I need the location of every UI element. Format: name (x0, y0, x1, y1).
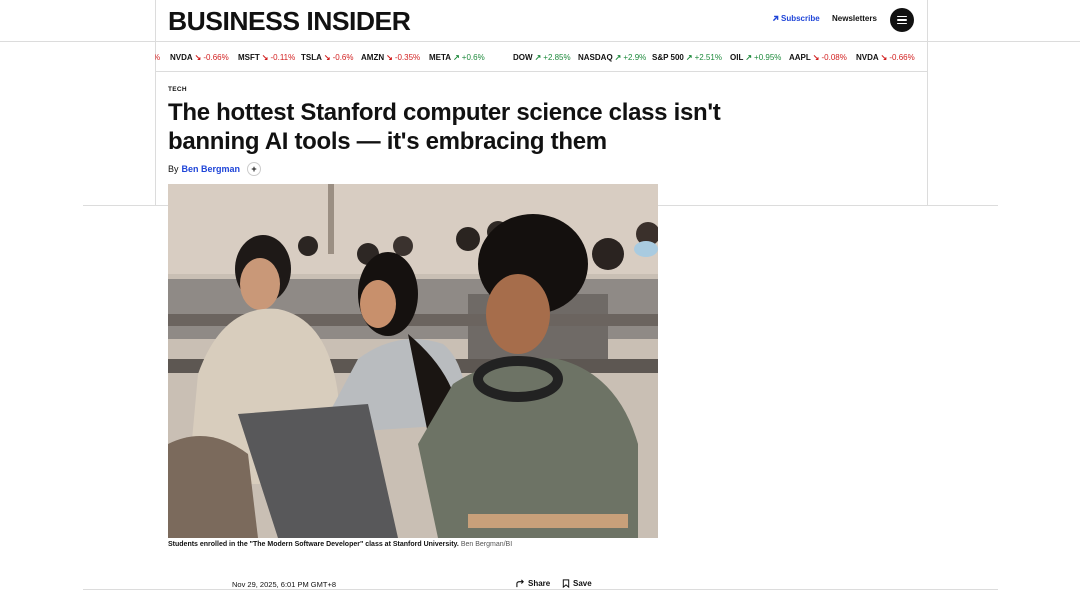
ticker-change: +0.95% (754, 53, 782, 62)
photo-caption: Students enrolled in the "The Modern Sof… (168, 538, 609, 552)
ticker-item[interactable]: NASDAQ ↗ +2.9% (578, 49, 646, 67)
save-label: Save (573, 579, 592, 588)
caption-credit: Ben Bergman/BI (460, 541, 513, 548)
arrow-up-icon: ↗ (745, 53, 753, 62)
article-category[interactable]: TECH (168, 86, 187, 93)
site-logo[interactable]: BUSINESS INSIDER (168, 6, 411, 36)
ticker-symbol: MSFT (238, 53, 260, 62)
ticker-item[interactable]: DOW ↗ +2.85% (513, 49, 571, 67)
caption-text: Students enrolled in the "The Modern Sof… (168, 541, 459, 548)
bottom-divider (83, 589, 998, 590)
follow-author-button[interactable]: + (247, 162, 262, 176)
ticker-item[interactable]: AAPL ↘ -0.08% (789, 49, 847, 67)
arrow-down-icon: ↘ (261, 53, 269, 62)
menu-button[interactable] (890, 8, 914, 32)
hamburger-icon-bar (897, 22, 907, 25)
ticker-symbol: NVDA (170, 53, 193, 62)
ticker-change: -0.66% (889, 53, 915, 62)
ticker-symbol: AMZN (361, 53, 385, 62)
ticker-change: +0.6% (461, 53, 485, 62)
ticker-item[interactable]: MSFT ↘ -0.11% (238, 49, 295, 67)
bookmark-icon (562, 579, 570, 588)
ticker-item[interactable]: NVDA ↘ -0.66% (170, 49, 229, 67)
ticker-item[interactable]: TSLA ↘ -0.6% (301, 49, 354, 67)
ticker-change: -0.08% (821, 53, 847, 62)
ticker-symbol: DOW (513, 53, 533, 62)
plus-icon: + (251, 163, 257, 174)
ticker-symbol: NASDAQ (578, 53, 613, 62)
subscribe-label: Subscribe (781, 14, 820, 23)
subscribe-link[interactable]: Subscribe (772, 14, 820, 23)
ticker-item[interactable]: NVDA ↘ -0.66% (856, 49, 915, 67)
classroom-photo-illustration (168, 184, 658, 538)
hamburger-icon-bar (897, 15, 907, 18)
article-headline: The hottest Stanford computer science cl… (168, 99, 721, 155)
stock-ticker: % NVDA ↘ -0.66% MSFT ↘ -0.11% TSLA ↘ -0.… (155, 49, 927, 67)
share-icon (516, 579, 524, 588)
ticker-change: -0.35% (394, 53, 421, 62)
ticker-change: +2.51% (694, 53, 722, 62)
ticker-symbol: OIL (730, 53, 744, 62)
save-button[interactable]: Save (562, 579, 592, 588)
ticker-item[interactable]: OIL ↗ +0.95% (730, 49, 781, 67)
ticker-item[interactable]: META ↗ +0.6% (429, 49, 485, 67)
byline-prefix: By (168, 164, 179, 174)
arrow-up-icon: ↗ (453, 53, 460, 62)
hero-photo (168, 184, 658, 538)
arrow-up-icon: ↗ (534, 53, 542, 62)
ticker-symbol: NVDA (856, 53, 879, 62)
ticker-symbol: AAPL (789, 53, 811, 62)
byline: By Ben Bergman + (168, 162, 262, 176)
arrow-up-icon: ↗ (614, 53, 622, 62)
ticker-symbol: TSLA (301, 53, 322, 62)
ticker-change: -0.66% (203, 53, 229, 62)
arrow-down-icon: ↘ (880, 53, 888, 62)
ticker-item[interactable]: AMZN ↘ -0.35% (361, 49, 420, 67)
hamburger-icon-bar (897, 19, 907, 21)
ticker-change: +2.9% (623, 53, 647, 62)
arrow-up-right-icon (772, 15, 779, 22)
arrow-down-icon: ↘ (194, 53, 202, 62)
header-divider (0, 41, 1080, 42)
arrow-down-icon: ↘ (812, 53, 820, 62)
author-link[interactable]: Ben Bergman (182, 164, 241, 174)
ticker-divider (155, 71, 927, 72)
ticker-change: +2.85% (543, 53, 571, 62)
share-button[interactable]: Share (516, 579, 550, 588)
frame-right-border (927, 0, 928, 205)
ticker-change: % (155, 49, 160, 67)
share-label: Share (528, 579, 551, 588)
frame-left-border (155, 0, 156, 205)
arrow-down-icon: ↘ (386, 53, 393, 62)
ticker-symbol: S&P 500 (652, 53, 684, 62)
publish-timestamp: Nov 29, 2025, 6:01 PM GMT+8 (232, 580, 337, 589)
arrow-down-icon: ↘ (323, 53, 331, 62)
ticker-change: -0.6% (332, 53, 354, 62)
newsletters-link[interactable]: Newsletters (832, 14, 877, 23)
ticker-item[interactable]: S&P 500 ↗ +2.51% (652, 49, 722, 67)
arrow-up-icon: ↗ (685, 53, 693, 62)
ticker-change: -0.11% (270, 53, 296, 62)
ticker-symbol: META (429, 53, 452, 62)
ticker-item[interactable]: % (155, 49, 160, 67)
